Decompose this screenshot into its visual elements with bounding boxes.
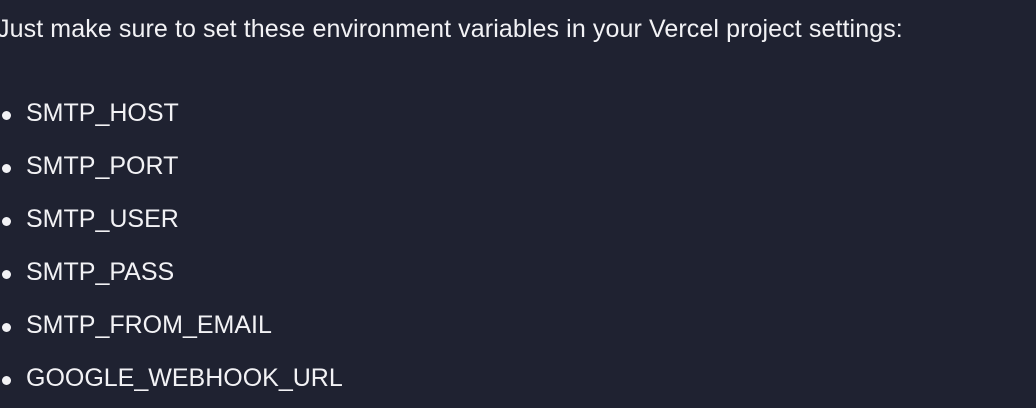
env-variable-name: SMTP_PORT — [26, 152, 179, 180]
env-variable-name: SMTP_USER — [26, 205, 179, 233]
bullet-icon — [2, 270, 11, 279]
intro-text: Just make sure to set these environment … — [0, 15, 903, 43]
env-variable-name: SMTP_PASS — [26, 258, 175, 286]
bullet-icon — [2, 111, 11, 120]
bullet-icon — [2, 164, 11, 173]
bullet-icon — [2, 217, 11, 226]
env-variable-name: GOOGLE_WEBHOOK_URL — [26, 364, 343, 392]
chat-message: Just make sure to set these environment … — [0, 0, 1036, 408]
bullet-icon — [2, 376, 11, 385]
bullet-icon — [2, 323, 11, 332]
env-variable-name: SMTP_HOST — [26, 99, 179, 127]
env-variable-name: SMTP_FROM_EMAIL — [26, 311, 272, 339]
